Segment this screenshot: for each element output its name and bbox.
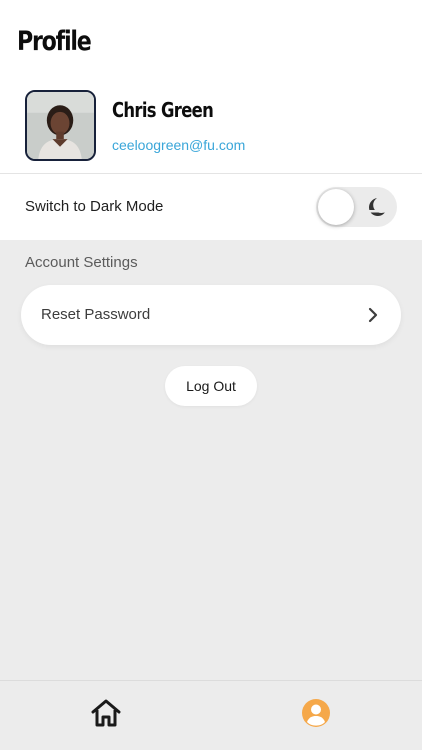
- user-email[interactable]: ceeloogreen@fu.com: [112, 137, 245, 153]
- reset-password-label: Reset Password: [41, 306, 151, 323]
- reset-password-row[interactable]: Reset Password: [21, 285, 401, 345]
- profile-icon: [302, 699, 330, 727]
- tab-profile[interactable]: [301, 698, 331, 728]
- toggle-knob[interactable]: [318, 189, 354, 225]
- bottom-tab-bar: [0, 680, 422, 750]
- chevron-right-icon: [368, 307, 378, 323]
- logout-button[interactable]: Log Out: [165, 366, 257, 406]
- dark-mode-label: Switch to Dark Mode: [25, 198, 164, 215]
- account-settings-heading: Account Settings: [25, 254, 138, 271]
- avatar-photo: [27, 92, 94, 159]
- user-name: Chris Green: [112, 98, 214, 122]
- page-title: Profile: [17, 26, 92, 57]
- tab-home[interactable]: [90, 698, 122, 728]
- avatar[interactable]: [25, 90, 96, 161]
- profile-header-panel: Profile Chris Green ceeloogreen@fu.com S…: [0, 0, 422, 240]
- divider: [0, 173, 422, 174]
- moon-icon: [367, 198, 385, 216]
- dark-mode-toggle[interactable]: [316, 187, 397, 227]
- home-icon: [91, 699, 121, 727]
